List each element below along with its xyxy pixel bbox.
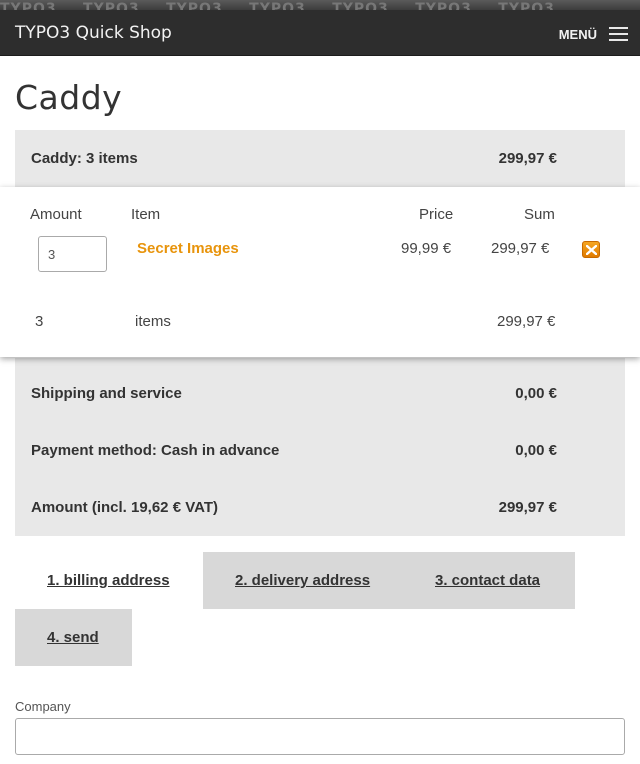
product-link[interactable]: Secret Images — [137, 240, 239, 257]
tab-contact-data-label[interactable]: 3. contact data — [435, 572, 540, 589]
tab-contact-data[interactable]: 3. contact data — [403, 552, 575, 609]
column-header-item: Item — [131, 206, 161, 223]
tab-send-label[interactable]: 4. send — [47, 629, 99, 646]
header-banner: TYPO3 TYPO3 TYPO3 TYPO3 TYPO3 TYPO3 TYPO… — [0, 0, 640, 10]
quantity-input[interactable] — [38, 236, 107, 272]
menu-button[interactable]: MENÜ — [559, 22, 628, 46]
brand-link[interactable]: TYPO3 Quick Shop — [15, 23, 172, 43]
tab-billing-address[interactable]: 1. billing address — [15, 552, 202, 609]
totals-block: Shipping and service 0,00 € Payment meth… — [15, 358, 625, 536]
company-input[interactable] — [15, 718, 625, 755]
banner-watermark: TYPO3 — [166, 1, 223, 10]
page-title: Caddy — [15, 78, 123, 117]
payment-method-value: 0,00 € — [515, 442, 557, 459]
remove-item-icon[interactable] — [582, 241, 600, 258]
tab-billing-address-label[interactable]: 1. billing address — [47, 572, 170, 589]
payment-method-label: Payment method: Cash in advance — [31, 442, 280, 459]
tab-delivery-address[interactable]: 2. delivery address — [203, 552, 403, 609]
cart-summary: Caddy: 3 items 299,97 € — [15, 130, 625, 187]
item-price: 99,99 € — [401, 240, 452, 257]
footer-item-count: 3 — [35, 313, 44, 330]
banner-watermark: TYPO3 — [415, 1, 472, 10]
column-header-sum: Sum — [524, 206, 555, 223]
footer-items-label: items — [135, 313, 171, 330]
footer-items-sum: 299,97 € — [497, 313, 556, 330]
banner-watermark: TYPO3 — [0, 1, 57, 10]
banner-watermark: TYPO3 — [498, 1, 555, 10]
column-header-amount: Amount — [30, 206, 82, 223]
navbar: TYPO3 Quick Shop MENÜ — [0, 10, 640, 56]
banner-watermark: TYPO3 — [249, 1, 306, 10]
cart-summary-total: 299,97 € — [498, 150, 557, 167]
amount-value: 299,97 € — [498, 499, 557, 516]
item-sum: 299,97 € — [491, 240, 550, 257]
cart-summary-label: Caddy: 3 items — [31, 150, 138, 167]
column-header-price: Price — [419, 206, 454, 223]
company-label: Company — [15, 699, 71, 714]
banner-watermark: TYPO3 — [83, 1, 140, 10]
menu-label: MENÜ — [558, 26, 597, 42]
tab-send[interactable]: 4. send — [15, 609, 132, 666]
shipping-label: Shipping and service — [31, 385, 182, 402]
banner-watermark: TYPO3 — [332, 1, 389, 10]
hamburger-icon — [609, 27, 628, 41]
amount-label: Amount (incl. 19,62 € VAT) — [31, 499, 218, 516]
tab-delivery-address-label[interactable]: 2. delivery address — [235, 572, 370, 589]
shipping-value: 0,00 € — [515, 385, 557, 402]
